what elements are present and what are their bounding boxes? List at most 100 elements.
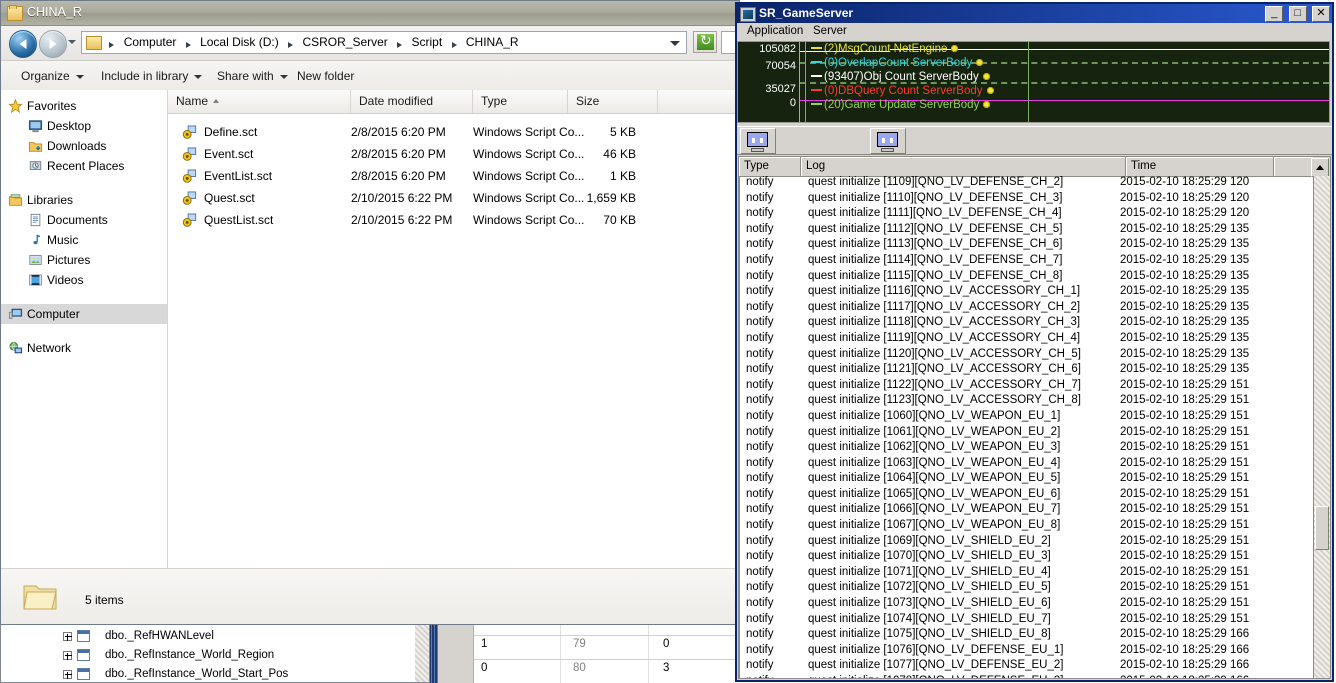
- log-row[interactable]: notify quest initialize [1072][QNO_LV_SHI…: [740, 581, 1314, 597]
- row-header[interactable]: [438, 659, 474, 683]
- breadcrumb-separator-icon[interactable]: [451, 41, 457, 48]
- log-row[interactable]: notify quest initialize [1074][QNO_LV_SHI…: [740, 613, 1314, 629]
- breadcrumb-separator-icon[interactable]: [397, 41, 403, 48]
- file-name-cell[interactable]: QuestList.sct: [182, 209, 273, 231]
- log-row[interactable]: notify quest initialize [1078][QNO_LV_DEF…: [740, 675, 1314, 678]
- file-row[interactable]: Quest.sct 2/10/2015 6:22 PM Windows Scri…: [168, 187, 739, 209]
- breadcrumb-item-china-r[interactable]: CHINA_R: [464, 32, 521, 53]
- log-column-header-blank[interactable]: [1274, 157, 1313, 176]
- log-column-header-time[interactable]: Time: [1126, 157, 1274, 176]
- log-row[interactable]: notify quest initialize [1071][QNO_LV_SHI…: [740, 566, 1314, 582]
- log-column-header-type[interactable]: Type: [739, 157, 801, 176]
- share-with-button[interactable]: Share with: [209, 61, 296, 91]
- address-chevron-down-icon[interactable]: [670, 41, 680, 46]
- file-row[interactable]: QuestList.sct 2/10/2015 6:22 PM Windows …: [168, 209, 739, 231]
- log-row[interactable]: notify quest initialize [1070][QNO_LV_SHI…: [740, 550, 1314, 566]
- navigation-pane[interactable]: Favorites Desktop Downloads Recent Place…: [1, 90, 168, 568]
- breadcrumb-item-csror-server[interactable]: CSROR_Server: [300, 32, 389, 53]
- file-name-cell[interactable]: Define.sct: [182, 121, 257, 143]
- log-row[interactable]: notify quest initialize [1109][QNO_LV_DEF…: [740, 176, 1314, 192]
- ssms-results-grid[interactable]: 1 78 0 1 79 0 0 80 3: [430, 621, 740, 683]
- address-bar[interactable]: Computer Local Disk (D:) CSROR_Server Sc…: [81, 31, 687, 54]
- new-folder-button[interactable]: New folder: [289, 61, 362, 91]
- log-row[interactable]: notify quest initialize [1120][QNO_LV_ACC…: [740, 348, 1314, 364]
- explorer-title-bar[interactable]: CHINA_R: [1, 1, 739, 26]
- gameserver-title-bar[interactable]: SR_GameServer _ □ ✕: [737, 4, 1332, 23]
- refresh-button[interactable]: [693, 31, 717, 53]
- back-button[interactable]: [9, 30, 37, 58]
- sidebar-item-network[interactable]: Network: [1, 338, 167, 358]
- include-in-library-button[interactable]: Include in library: [93, 61, 210, 91]
- file-name-cell[interactable]: Event.sct: [182, 143, 253, 165]
- sidebar-item-downloads[interactable]: Downloads: [1, 136, 167, 156]
- log-row[interactable]: notify quest initialize [1077][QNO_LV_DEF…: [740, 659, 1314, 675]
- expand-icon[interactable]: [63, 632, 72, 641]
- sidebar-item-documents[interactable]: Documents: [1, 210, 167, 230]
- log-grid-body[interactable]: notify quest initialize [1109][QNO_LV_DEF…: [739, 176, 1314, 678]
- sidebar-item-pictures[interactable]: Pictures: [1, 250, 167, 270]
- log-row[interactable]: notify quest initialize [1121][QNO_LV_ACC…: [740, 363, 1314, 379]
- maximize-button[interactable]: □: [1288, 6, 1307, 22]
- log-row[interactable]: notify quest initialize [1062][QNO_LV_WEA…: [740, 441, 1314, 457]
- log-row[interactable]: notify quest initialize [1113][QNO_LV_DEF…: [740, 238, 1314, 254]
- row-header[interactable]: [438, 635, 474, 660]
- recent-pages-chevron-down-icon[interactable]: [68, 40, 76, 44]
- breadcrumb-separator-icon[interactable]: [185, 41, 191, 48]
- sidebar-item-libraries[interactable]: Libraries: [1, 190, 167, 210]
- log-column-header-log[interactable]: Log: [801, 157, 1126, 176]
- organize-button[interactable]: Organize: [13, 61, 92, 91]
- sidebar-item-desktop[interactable]: Desktop: [1, 116, 167, 136]
- log-row[interactable]: notify quest initialize [1122][QNO_LV_ACC…: [740, 379, 1314, 395]
- file-list-pane[interactable]: Name Date modified Type Size Define.sct …: [168, 90, 739, 568]
- log-row[interactable]: notify quest initialize [1123][QNO_LV_ACC…: [740, 394, 1314, 410]
- log-grid-scrollbar[interactable]: [1313, 176, 1330, 678]
- sidebar-item-recent-places[interactable]: Recent Places: [1, 156, 167, 176]
- log-row[interactable]: notify quest initialize [1118][QNO_LV_ACC…: [740, 316, 1314, 332]
- column-header-blank[interactable]: [658, 90, 739, 113]
- file-name-cell[interactable]: Quest.sct: [182, 187, 255, 209]
- file-row[interactable]: EventList.sct 2/8/2015 6:20 PM Windows S…: [168, 165, 739, 187]
- log-row[interactable]: notify quest initialize [1073][QNO_LV_SHI…: [740, 597, 1314, 613]
- log-row[interactable]: notify quest initialize [1060][QNO_LV_WEA…: [740, 410, 1314, 426]
- column-header-name[interactable]: Name: [168, 90, 351, 113]
- expand-icon[interactable]: [63, 651, 72, 660]
- log-row[interactable]: notify quest initialize [1066][QNO_LV_WEA…: [740, 503, 1314, 519]
- log-row[interactable]: notify quest initialize [1061][QNO_LV_WEA…: [740, 426, 1314, 442]
- tree-row[interactable]: dbo._RefInstance_World_Region: [1, 646, 429, 665]
- log-row[interactable]: notify quest initialize [1116][QNO_LV_ACC…: [740, 285, 1314, 301]
- sr-gameserver-window[interactable]: SR_GameServer _ □ ✕ Application Server 1…: [735, 2, 1334, 682]
- column-header-type[interactable]: Type: [473, 90, 568, 113]
- log-row[interactable]: notify quest initialize [1110][QNO_LV_DEF…: [740, 192, 1314, 208]
- scrollbar-thumb[interactable]: [1315, 506, 1329, 550]
- forward-button[interactable]: [39, 30, 67, 58]
- file-row[interactable]: Event.sct 2/8/2015 6:20 PM Windows Scrip…: [168, 143, 739, 165]
- tree-row[interactable]: dbo._RefHWANLevel: [1, 627, 429, 646]
- log-row[interactable]: notify quest initialize [1119][QNO_LV_ACC…: [740, 332, 1314, 348]
- column-header-date-modified[interactable]: Date modified: [351, 90, 473, 113]
- minimize-button[interactable]: _: [1265, 6, 1284, 22]
- log-row[interactable]: notify quest initialize [1067][QNO_LV_WEA…: [740, 519, 1314, 535]
- log-row[interactable]: notify quest initialize [1112][QNO_LV_DEF…: [740, 223, 1314, 239]
- sidebar-item-music[interactable]: Music: [1, 230, 167, 250]
- log-row[interactable]: notify quest initialize [1076][QNO_LV_DEF…: [740, 644, 1314, 660]
- monitor-button-2[interactable]: [870, 128, 906, 154]
- sidebar-item-computer[interactable]: Computer: [1, 304, 167, 324]
- log-row[interactable]: notify quest initialize [1065][QNO_LV_WEA…: [740, 488, 1314, 504]
- grid-row[interactable]: 1 79 0: [438, 635, 740, 660]
- sidebar-item-videos[interactable]: Videos: [1, 270, 167, 290]
- log-row[interactable]: notify quest initialize [1111][QNO_LV_DEF…: [740, 207, 1314, 223]
- log-grid[interactable]: Type Log Time notify quest initialize [11…: [738, 156, 1331, 679]
- file-row[interactable]: Define.sct 2/8/2015 6:20 PM Windows Scri…: [168, 121, 739, 143]
- sidebar-item-favorites[interactable]: Favorites: [1, 96, 167, 116]
- monitor-button-1[interactable]: [740, 128, 776, 154]
- ssms-tree-scrollbar[interactable]: [415, 622, 429, 682]
- log-row[interactable]: notify quest initialize [1117][QNO_LV_ACC…: [740, 301, 1314, 317]
- close-button[interactable]: ✕: [1312, 6, 1330, 22]
- scroll-up-button[interactable]: [1311, 158, 1329, 177]
- column-header-size[interactable]: Size: [568, 90, 658, 113]
- log-row[interactable]: notify quest initialize [1115][QNO_LV_DEF…: [740, 270, 1314, 286]
- expand-icon[interactable]: [63, 670, 72, 679]
- breadcrumb-item-computer[interactable]: Computer: [122, 32, 179, 53]
- log-row[interactable]: notify quest initialize [1075][QNO_LV_SHI…: [740, 628, 1314, 644]
- breadcrumb-item-script[interactable]: Script: [409, 32, 444, 53]
